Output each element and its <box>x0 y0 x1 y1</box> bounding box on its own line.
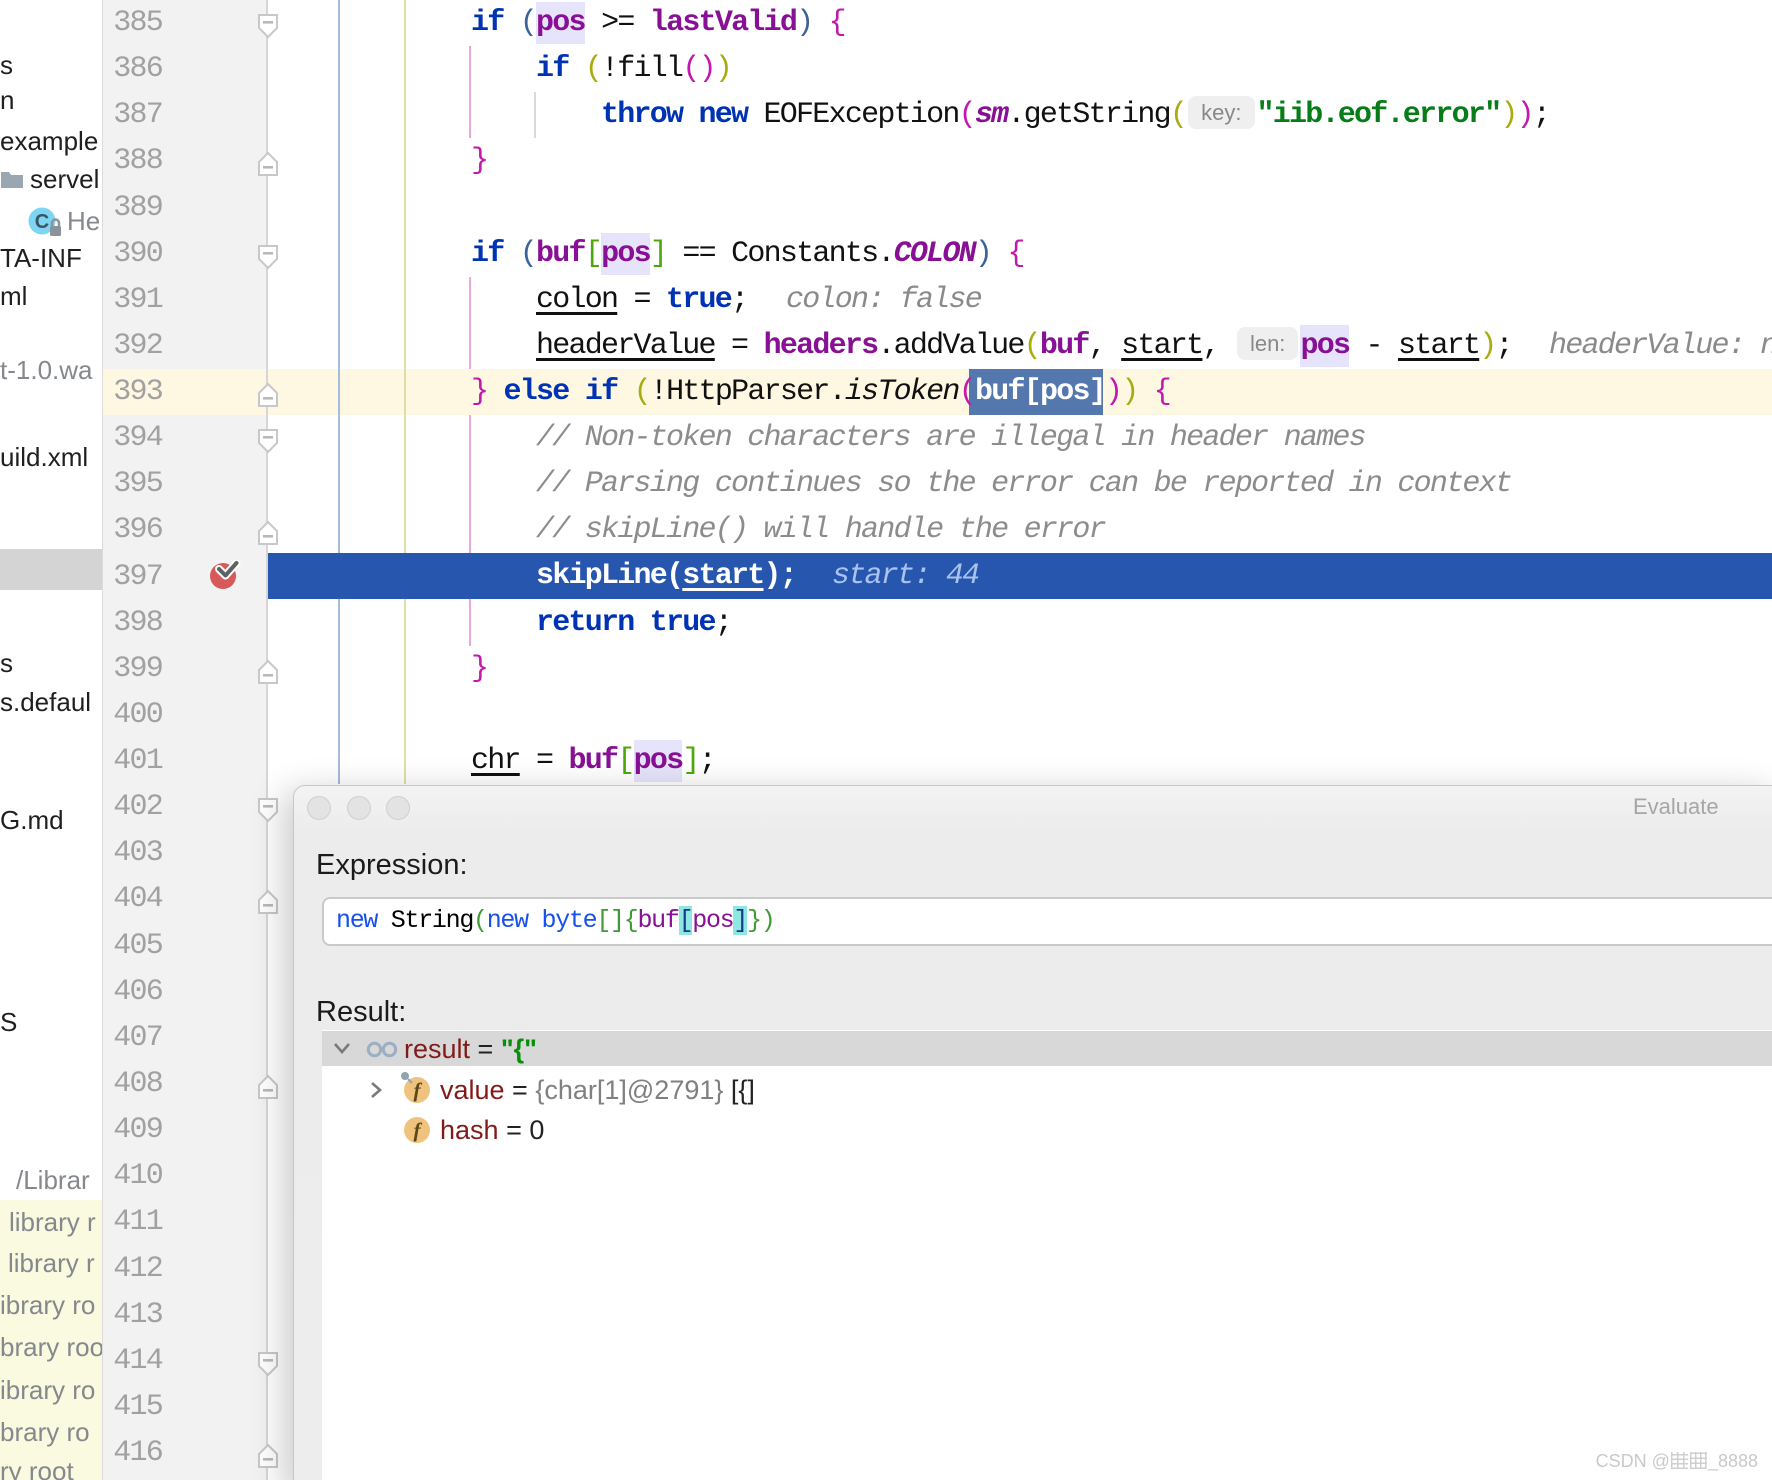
svg-text:C: C <box>35 211 49 233</box>
